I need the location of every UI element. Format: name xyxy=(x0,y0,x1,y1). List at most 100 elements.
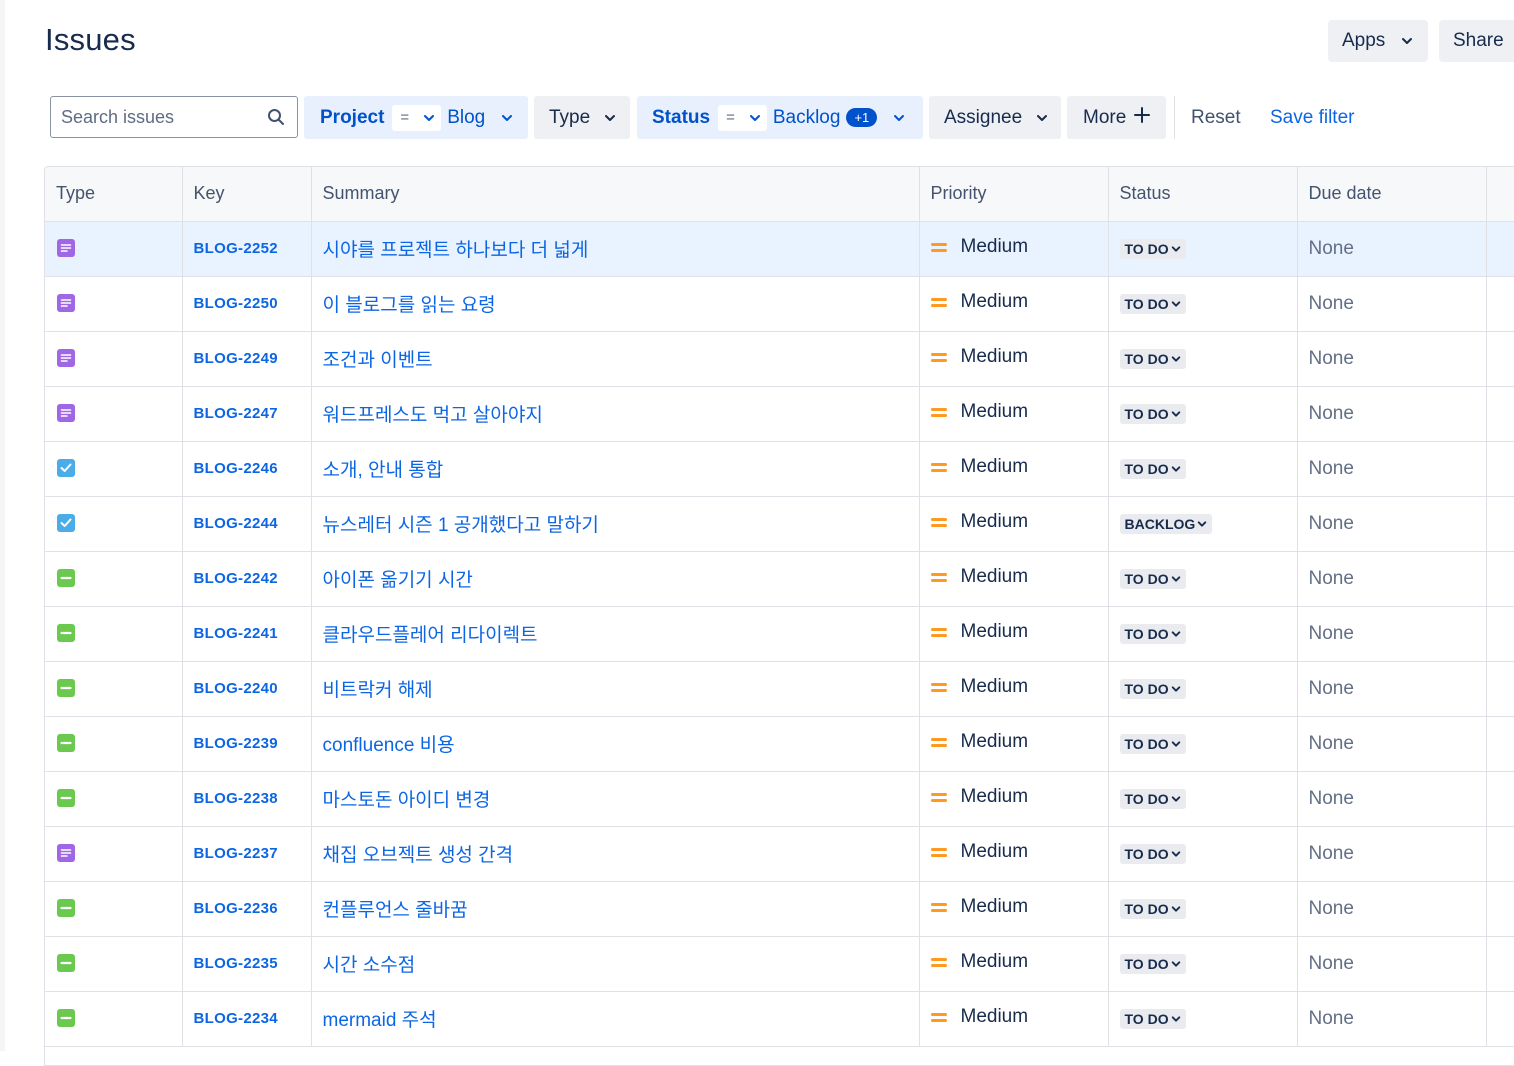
status-dropdown[interactable]: TO DO xyxy=(1119,678,1186,699)
issue-summary-link[interactable]: 채집 오브젝트 생성 간격 xyxy=(311,826,920,882)
issue-key-link[interactable]: BLOG-2247 xyxy=(182,386,312,442)
issue-summary-link[interactable]: 뉴스레터 시즌 1 공개했다고 말하기 xyxy=(311,496,920,552)
status-dropdown[interactable]: TO DO xyxy=(1119,788,1186,809)
priority-cell[interactable]: Medium xyxy=(919,991,1109,1047)
issue-key-link[interactable]: BLOG-2252 xyxy=(182,221,312,277)
table-row[interactable]: BLOG-2249 조건과 이벤트 Medium TO DO None xyxy=(45,331,1514,387)
status-dropdown[interactable]: TO DO xyxy=(1119,843,1186,864)
priority-cell[interactable]: Medium xyxy=(919,881,1109,937)
search-input[interactable] xyxy=(59,106,263,129)
issue-key-link[interactable]: BLOG-2249 xyxy=(182,331,312,387)
table-row[interactable]: BLOG-2250 이 블로그를 읽는 요령 Medium TO DO None xyxy=(45,276,1514,332)
table-row[interactable]: BLOG-2239 confluence 비용 Medium TO DO None xyxy=(45,716,1514,772)
table-row[interactable]: BLOG-2238 마스토돈 아이디 변경 Medium TO DO None xyxy=(45,771,1514,827)
issue-summary-link[interactable]: 소개, 안내 통합 xyxy=(311,441,920,497)
priority-cell[interactable]: Medium xyxy=(919,441,1109,497)
reset-button[interactable]: Reset xyxy=(1191,96,1241,139)
status-dropdown[interactable]: TO DO xyxy=(1119,568,1186,589)
issue-summary-link[interactable]: mermaid 주석 xyxy=(311,991,920,1047)
project-filter[interactable]: Project = Blog xyxy=(304,96,528,139)
priority-cell[interactable]: Medium xyxy=(919,221,1109,277)
table-row[interactable]: BLOG-2240 비트락커 해제 Medium TO DO None xyxy=(45,661,1514,717)
issue-key-link[interactable]: BLOG-2237 xyxy=(182,826,312,882)
issue-key-link[interactable]: BLOG-2236 xyxy=(182,881,312,937)
subtask-type-icon[interactable] xyxy=(56,623,76,643)
story-type-icon[interactable] xyxy=(56,238,76,258)
subtask-type-icon[interactable] xyxy=(56,678,76,698)
status-operator-select[interactable]: = xyxy=(718,104,767,131)
share-button[interactable]: Share xyxy=(1439,20,1514,62)
column-header-status[interactable]: Status xyxy=(1108,167,1298,222)
priority-cell[interactable]: Medium xyxy=(919,606,1109,662)
issue-key-link[interactable]: BLOG-2235 xyxy=(182,936,312,992)
task-type-icon[interactable] xyxy=(56,458,76,478)
status-filter[interactable]: Status = Backlog +1 xyxy=(637,96,923,139)
issue-summary-link[interactable]: 마스토돈 아이디 변경 xyxy=(311,771,920,827)
column-header-summary[interactable]: Summary xyxy=(311,167,920,222)
story-type-icon[interactable] xyxy=(56,843,76,863)
search-icon[interactable] xyxy=(267,108,285,131)
issue-summary-link[interactable]: 아이폰 옮기기 시간 xyxy=(311,551,920,607)
priority-cell[interactable]: Medium xyxy=(919,661,1109,717)
table-row[interactable]: BLOG-2235 시간 소수점 Medium TO DO None xyxy=(45,936,1514,992)
status-dropdown[interactable]: TO DO xyxy=(1119,238,1186,259)
issue-key-link[interactable]: BLOG-2239 xyxy=(182,716,312,772)
issue-key-link[interactable]: BLOG-2246 xyxy=(182,441,312,497)
table-row[interactable]: BLOG-2246 소개, 안내 통합 Medium TO DO None xyxy=(45,441,1514,497)
table-row[interactable]: BLOG-2236 컨플루언스 줄바꿈 Medium TO DO None xyxy=(45,881,1514,937)
issue-summary-link[interactable]: 시간 소수점 xyxy=(311,936,920,992)
priority-cell[interactable]: Medium xyxy=(919,331,1109,387)
subtask-type-icon[interactable] xyxy=(56,568,76,588)
project-operator-select[interactable]: = xyxy=(392,104,442,131)
priority-cell[interactable]: Medium xyxy=(919,826,1109,882)
column-header-key[interactable]: Key xyxy=(182,167,312,222)
issue-summary-link[interactable]: 컨플루언스 줄바꿈 xyxy=(311,881,920,937)
status-dropdown[interactable]: TO DO xyxy=(1119,953,1186,974)
table-row[interactable]: BLOG-2247 워드프레스도 먹고 살아야지 Medium TO DO None xyxy=(45,386,1514,442)
status-dropdown[interactable]: TO DO xyxy=(1119,348,1186,369)
type-filter[interactable]: Type xyxy=(534,96,630,139)
table-row[interactable]: BLOG-2241 클라우드플레어 리다이렉트 Medium TO DO None xyxy=(45,606,1514,662)
issue-key-link[interactable]: BLOG-2244 xyxy=(182,496,312,552)
issue-key-link[interactable]: BLOG-2238 xyxy=(182,771,312,827)
priority-cell[interactable]: Medium xyxy=(919,771,1109,827)
status-dropdown[interactable]: TO DO xyxy=(1119,403,1186,424)
issue-summary-link[interactable]: 클라우드플레어 리다이렉트 xyxy=(311,606,920,662)
story-type-icon[interactable] xyxy=(56,348,76,368)
status-dropdown[interactable]: TO DO xyxy=(1119,898,1186,919)
priority-cell[interactable]: Medium xyxy=(919,386,1109,442)
issue-summary-link[interactable]: 워드프레스도 먹고 살아야지 xyxy=(311,386,920,442)
subtask-type-icon[interactable] xyxy=(56,898,76,918)
task-type-icon[interactable] xyxy=(56,513,76,533)
table-row[interactable]: BLOG-2242 아이폰 옮기기 시간 Medium TO DO None xyxy=(45,551,1514,607)
story-type-icon[interactable] xyxy=(56,293,76,313)
subtask-type-icon[interactable] xyxy=(56,733,76,753)
status-dropdown[interactable]: TO DO xyxy=(1119,1008,1186,1029)
issue-summary-link[interactable]: 시야를 프로젝트 하나보다 더 넓게 xyxy=(311,221,920,277)
issue-key-link[interactable]: BLOG-2241 xyxy=(182,606,312,662)
priority-cell[interactable]: Medium xyxy=(919,716,1109,772)
column-header-due-date[interactable]: Due date xyxy=(1297,167,1487,222)
more-filters-button[interactable]: More xyxy=(1067,96,1166,139)
table-row[interactable]: BLOG-2244 뉴스레터 시즌 1 공개했다고 말하기 Medium BACKLO… xyxy=(45,496,1514,552)
status-dropdown[interactable]: TO DO xyxy=(1119,458,1186,479)
priority-cell[interactable]: Medium xyxy=(919,936,1109,992)
table-row[interactable]: BLOG-2252 시야를 프로젝트 하나보다 더 넓게 Medium TO DO No… xyxy=(45,221,1514,277)
status-dropdown[interactable]: TO DO xyxy=(1119,293,1186,314)
column-header-priority[interactable]: Priority xyxy=(919,167,1109,222)
assignee-filter[interactable]: Assignee xyxy=(929,96,1061,139)
subtask-type-icon[interactable] xyxy=(56,1008,76,1028)
column-header-type[interactable]: Type xyxy=(45,167,183,222)
issue-key-link[interactable]: BLOG-2242 xyxy=(182,551,312,607)
subtask-type-icon[interactable] xyxy=(56,788,76,808)
status-dropdown[interactable]: BACKLOG xyxy=(1119,513,1213,534)
issue-summary-link[interactable]: 이 블로그를 읽는 요령 xyxy=(311,276,920,332)
subtask-type-icon[interactable] xyxy=(56,953,76,973)
search-field[interactable] xyxy=(50,96,298,138)
status-dropdown[interactable]: TO DO xyxy=(1119,733,1186,754)
issue-key-link[interactable]: BLOG-2234 xyxy=(182,991,312,1047)
apps-button[interactable]: Apps xyxy=(1328,20,1428,62)
issue-summary-link[interactable]: 비트락커 해제 xyxy=(311,661,920,717)
issue-summary-link[interactable]: 조건과 이벤트 xyxy=(311,331,920,387)
priority-cell[interactable]: Medium xyxy=(919,496,1109,552)
